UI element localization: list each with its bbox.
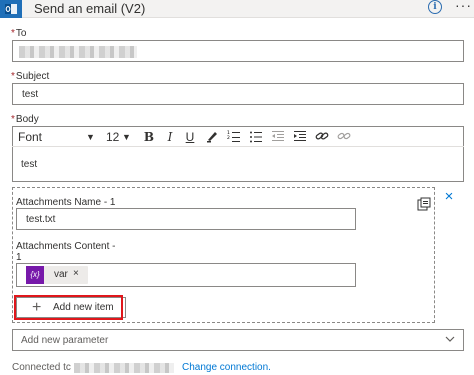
remove-token-icon[interactable]: × [73, 268, 79, 279]
highlight-pen-icon[interactable] [204, 129, 220, 145]
body-value: test [21, 159, 38, 170]
chevron-down-icon [445, 336, 455, 342]
decrease-indent-icon[interactable] [270, 129, 286, 145]
unlink-icon[interactable] [336, 129, 352, 145]
numbered-list-icon[interactable]: 12 [226, 129, 242, 145]
more-icon[interactable]: ··· [455, 0, 472, 13]
redacted-email [19, 46, 137, 58]
font-size-select[interactable]: 12 ▼ [106, 129, 136, 145]
connection-status: Connected tc [12, 362, 71, 373]
chevron-down-icon: ▼ [86, 132, 95, 142]
subject-value: test [22, 89, 39, 100]
to-label: *To [11, 28, 27, 39]
underline-button[interactable]: U [183, 129, 197, 145]
increase-indent-icon[interactable] [292, 129, 308, 145]
font-select-value: Font [18, 130, 43, 144]
attachments-name-value: test.txt [26, 214, 56, 225]
subject-field[interactable]: test [12, 83, 464, 105]
font-size-value: 12 [106, 130, 120, 144]
font-select[interactable]: Font ▼ [16, 129, 98, 145]
italic-button[interactable]: I [163, 129, 177, 145]
action-header[interactable]: Send an email (V2) i ··· [0, 0, 474, 18]
svg-text:2: 2 [227, 135, 230, 141]
body-label: *Body [11, 114, 39, 125]
info-icon[interactable]: i [428, 0, 442, 14]
highlight-annotation [14, 295, 123, 320]
change-connection-link[interactable]: Change connection. [182, 362, 271, 373]
attachments-name-field[interactable]: test.txt [16, 208, 356, 230]
attachments-content-index: 1 [16, 252, 22, 263]
variable-icon: {x} [26, 266, 44, 284]
dynamic-content-token[interactable]: {x} var × [26, 266, 88, 284]
subject-label: *Subject [11, 71, 50, 82]
rich-text-toolbar: Font ▼ 12 ▼ B I U 12 [12, 127, 464, 147]
attachments-name-label: Attachments Name - 1 [16, 197, 116, 208]
bold-button[interactable]: B [142, 129, 156, 145]
outlook-icon [0, 0, 22, 18]
link-icon[interactable] [314, 129, 330, 145]
to-field[interactable] [12, 40, 464, 62]
close-icon[interactable]: × [442, 189, 456, 204]
action-title: Send an email (V2) [34, 1, 146, 16]
redacted-connection [74, 363, 174, 373]
token-label: var [54, 269, 68, 280]
add-parameter-placeholder: Add new parameter [21, 335, 109, 346]
attachments-content-label: Attachments Content - [16, 241, 116, 252]
bulleted-list-icon[interactable] [248, 129, 264, 145]
add-parameter-dropdown[interactable]: Add new parameter [12, 329, 464, 351]
switch-to-array-icon[interactable] [417, 197, 431, 211]
chevron-down-icon: ▼ [122, 132, 131, 142]
body-content[interactable]: test [12, 148, 464, 182]
